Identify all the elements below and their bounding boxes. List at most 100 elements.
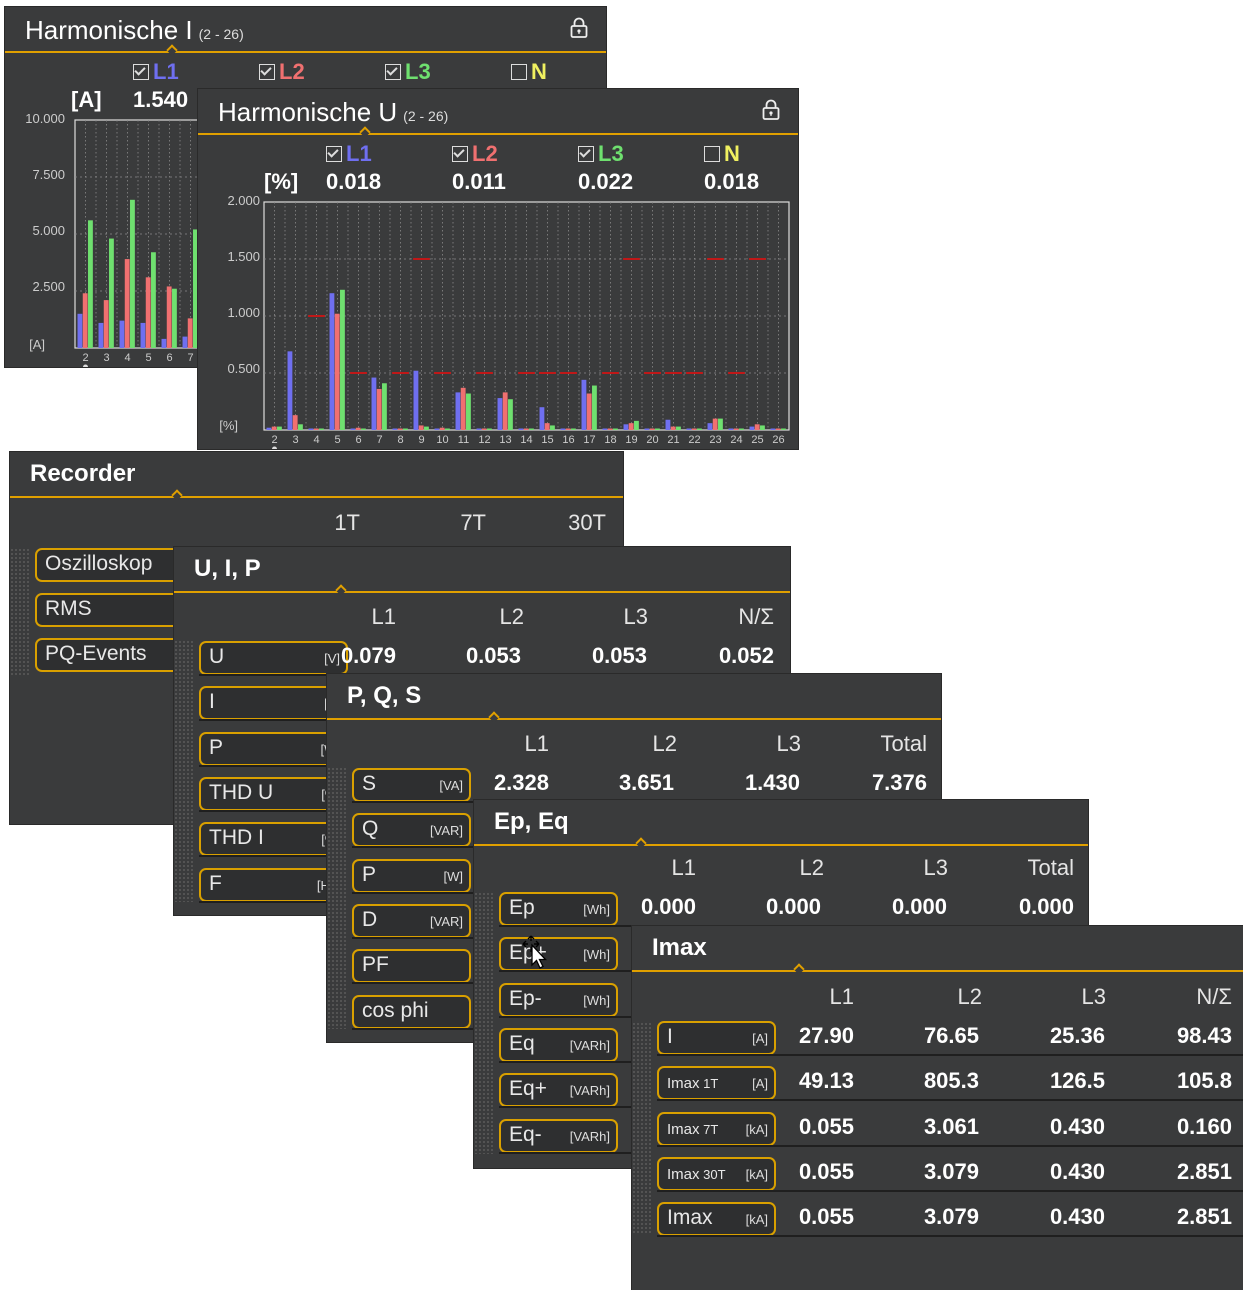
- row-name: Imax: [667, 1206, 713, 1230]
- row-label-button[interactable]: F[Hz]: [199, 867, 348, 902]
- value-cell: 0.000: [765, 894, 821, 919]
- row-name: Eq: [509, 1031, 535, 1055]
- x-tick-label: 6: [166, 352, 172, 364]
- row-label-button[interactable]: THD I[%]: [199, 822, 348, 857]
- bar-l2: [628, 423, 634, 430]
- bar-l3: [697, 428, 702, 430]
- x-tick-label: 10: [436, 434, 448, 446]
- value-cell: 2.328: [493, 770, 549, 795]
- x-tick-label: 14: [520, 434, 532, 446]
- row-unit: [Wh]: [583, 947, 610, 963]
- value-cell: 0.430: [1049, 1113, 1105, 1139]
- bar-l1: [371, 377, 377, 430]
- table-row: Imax 30T [kA] 0.055 3.079 0.430 2.851: [632, 1156, 1243, 1192]
- row-label-button[interactable]: PF: [352, 949, 471, 984]
- panel-header: U, I, P: [174, 547, 790, 596]
- x-tick-label: 25: [751, 434, 763, 446]
- bar-l2: [103, 300, 109, 348]
- bar-l2: [565, 428, 571, 430]
- bar-l1: [182, 336, 188, 348]
- row-unit: [VAR]: [430, 823, 463, 839]
- row-label-button[interactable]: THD U[%]: [199, 776, 348, 811]
- bar-l3: [739, 428, 744, 430]
- value-cell: 105.8: [1176, 1068, 1232, 1094]
- recorder-item-rms[interactable]: RMS: [35, 593, 195, 627]
- bar-l2: [145, 277, 151, 348]
- row-label-button[interactable]: P[W]: [199, 731, 348, 766]
- value-cell: 0.055: [798, 1204, 854, 1230]
- harmonics-voltage-chart: 2 3 4 5 6 7 8 9 10 11 12 13 14 15 16 17 18 19 20 21 22 23 24 25…: [263, 201, 790, 449]
- recorder-item-oszilloskop[interactable]: Oszilloskop: [35, 548, 195, 582]
- x-tick-label: 20: [646, 434, 658, 446]
- value-cell: 25.36: [1049, 1023, 1105, 1048]
- bar-l3: [592, 385, 597, 430]
- bar-l3: [109, 238, 114, 348]
- bar-l1: [455, 392, 461, 430]
- bar-l2: [691, 428, 697, 430]
- bar-l2: [376, 388, 382, 430]
- bar-l3: [382, 383, 387, 430]
- bar-l2: [523, 428, 529, 430]
- bar-l1: [287, 351, 293, 430]
- row-label-button[interactable]: I[A]: [199, 686, 348, 721]
- x-tick-label: 17: [583, 434, 595, 446]
- x-tick-label: 24: [730, 434, 742, 446]
- bar-l2: [502, 392, 508, 430]
- row-name: F: [209, 871, 222, 895]
- bar-l2: [166, 286, 172, 348]
- x-tick-label: 2: [271, 434, 277, 446]
- bar-l3: [508, 399, 513, 430]
- row-unit: [VARh]: [569, 1037, 610, 1053]
- bar-l1: [602, 428, 608, 430]
- row-unit: [Wh]: [583, 992, 610, 1008]
- table-row: U [V] 0.079 0.053 0.053 0.052: [174, 641, 790, 676]
- row-unit: [VARh]: [569, 1128, 610, 1144]
- bar-l2: [439, 427, 445, 430]
- row-name: I: [209, 690, 215, 714]
- row-label-button[interactable]: cos phi: [352, 994, 471, 1029]
- row-label-button[interactable]: D [VAR]: [352, 903, 471, 938]
- panel-title: P, Q, S: [347, 682, 422, 709]
- column-header: L2: [499, 604, 524, 629]
- harmonics-voltage-panel: Harmonische U (2 - 26) L1 L2 L3 N [%] 0.0…: [198, 89, 798, 449]
- value-cell: 0.052: [718, 643, 774, 668]
- row-unit: [VARh]: [569, 1083, 610, 1099]
- x-tick-label: 6: [355, 434, 361, 446]
- recorder-item-pq-events[interactable]: PQ-Events: [35, 638, 195, 672]
- value-cell: 805.3: [923, 1068, 979, 1094]
- bar-l1: [77, 313, 83, 348]
- value-cell: 3.061: [923, 1113, 979, 1139]
- value-cell: 0.053: [591, 643, 647, 668]
- bar-l1: [350, 428, 356, 430]
- bar-l1: [329, 293, 335, 430]
- row-name: I: [667, 1025, 673, 1048]
- row-label-button[interactable]: P[W]: [352, 858, 471, 893]
- column-header: L2: [799, 855, 824, 880]
- bar-l3: [613, 428, 618, 430]
- row-label-button[interactable]: Ep- [Wh]: [499, 982, 618, 1017]
- bar-l2: [82, 293, 88, 348]
- row-label-button[interactable]: Q [VAR]: [352, 813, 471, 848]
- x-tick-label: 26: [772, 434, 784, 446]
- row-label-button[interactable]: Eq- [VARh]: [499, 1118, 618, 1153]
- bar-l3: [151, 252, 156, 348]
- x-tick-label: 2: [82, 352, 88, 364]
- bar-l3: [172, 288, 177, 348]
- bar-l1: [770, 428, 776, 430]
- row-label-button[interactable]: Ep+ [Wh]: [499, 937, 618, 972]
- x-tick-label: 5: [334, 434, 340, 446]
- bar-l3: [340, 289, 345, 430]
- row-name: THD I: [209, 826, 264, 850]
- value-cell: 27.90: [798, 1023, 854, 1048]
- panel-header: Imax: [632, 926, 1243, 975]
- row-label-button[interactable]: Eq+ [VARh]: [499, 1073, 618, 1108]
- row-name: U: [209, 645, 225, 668]
- bar-l2: [313, 428, 319, 430]
- bar-l2: [649, 428, 655, 430]
- row-name: Eq-: [509, 1122, 542, 1146]
- row-name: cos phi: [362, 998, 429, 1022]
- row-label-button[interactable]: Eq [VARh]: [499, 1027, 618, 1062]
- value-cell: 0.055: [798, 1113, 854, 1139]
- value-cell: 0.000: [640, 894, 696, 919]
- bar-l2: [481, 428, 487, 430]
